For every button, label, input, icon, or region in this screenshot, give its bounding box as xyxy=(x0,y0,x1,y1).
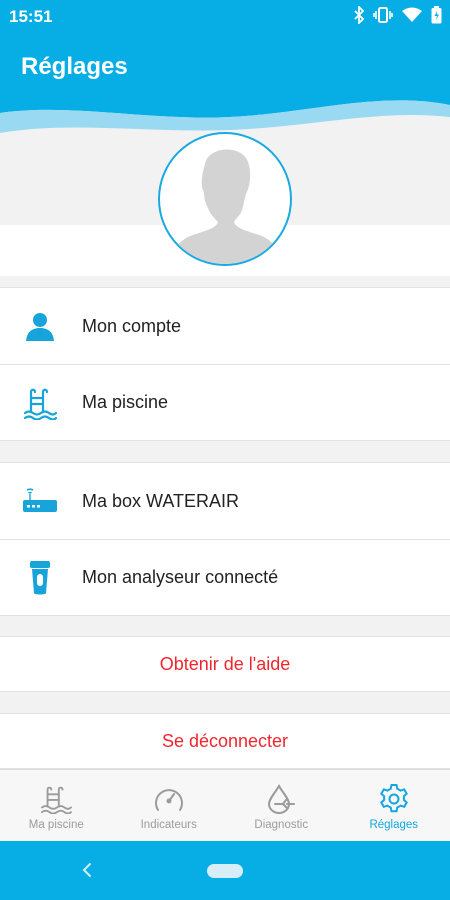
status-icons xyxy=(353,4,442,29)
tab-indicateurs[interactable]: Indicateurs xyxy=(113,770,226,841)
status-bar: 15:51 xyxy=(0,0,450,33)
menu-item-label: Mon compte xyxy=(82,315,182,336)
battery-icon xyxy=(431,6,442,29)
person-silhouette-icon xyxy=(168,149,284,264)
water-drop-icon xyxy=(264,782,298,816)
logout-button[interactable]: Se déconnecter xyxy=(0,713,450,769)
tab-ma-piscine[interactable]: Ma piscine xyxy=(0,770,113,841)
menu-item-mon-analyseur[interactable]: Mon analyseur connecté xyxy=(0,539,450,615)
pool-ladder-icon xyxy=(21,384,59,422)
system-nav-bar xyxy=(0,841,450,900)
gauge-icon xyxy=(152,782,186,816)
bluetooth-icon xyxy=(353,4,365,29)
pool-ladder-icon xyxy=(39,782,73,816)
menu-group-account: Mon compte Ma piscine xyxy=(0,287,450,441)
user-icon xyxy=(21,307,59,345)
home-pill-icon[interactable] xyxy=(207,864,243,878)
menu-item-ma-box[interactable]: Ma box WATERAIR xyxy=(0,463,450,539)
tab-reglages[interactable]: Réglages xyxy=(338,770,450,841)
menu-group-devices: Ma box WATERAIR Mon analyseur connecté xyxy=(0,462,450,616)
vibrate-icon xyxy=(373,7,393,28)
menu-item-label: Ma piscine xyxy=(82,392,169,412)
analyzer-probe-icon xyxy=(21,559,59,597)
tab-label: Diagnostic xyxy=(254,819,309,831)
status-time: 15:51 xyxy=(9,7,53,26)
wifi-icon xyxy=(401,7,423,28)
bottom-nav: Ma piscine Indicateurs Diagnostic Réglag… xyxy=(0,769,450,841)
profile-area xyxy=(0,118,450,276)
back-icon[interactable] xyxy=(79,858,95,882)
tab-diagnostic[interactable]: Diagnostic xyxy=(225,770,338,841)
page-title: Réglages xyxy=(21,53,128,80)
tab-label: Ma piscine xyxy=(28,819,84,831)
tab-label: Indicateurs xyxy=(140,819,197,831)
help-button[interactable]: Obtenir de l'aide xyxy=(0,636,450,692)
gear-icon xyxy=(377,782,411,816)
menu-item-label: Mon analyseur connecté xyxy=(82,567,279,587)
menu-item-mon-compte[interactable]: Mon compte xyxy=(0,288,450,364)
router-box-icon xyxy=(21,482,59,520)
menu-item-label: Ma box WATERAIR xyxy=(82,490,240,511)
avatar[interactable] xyxy=(158,132,292,266)
tab-label: Réglages xyxy=(369,819,419,831)
menu-item-ma-piscine[interactable]: Ma piscine xyxy=(0,364,450,440)
